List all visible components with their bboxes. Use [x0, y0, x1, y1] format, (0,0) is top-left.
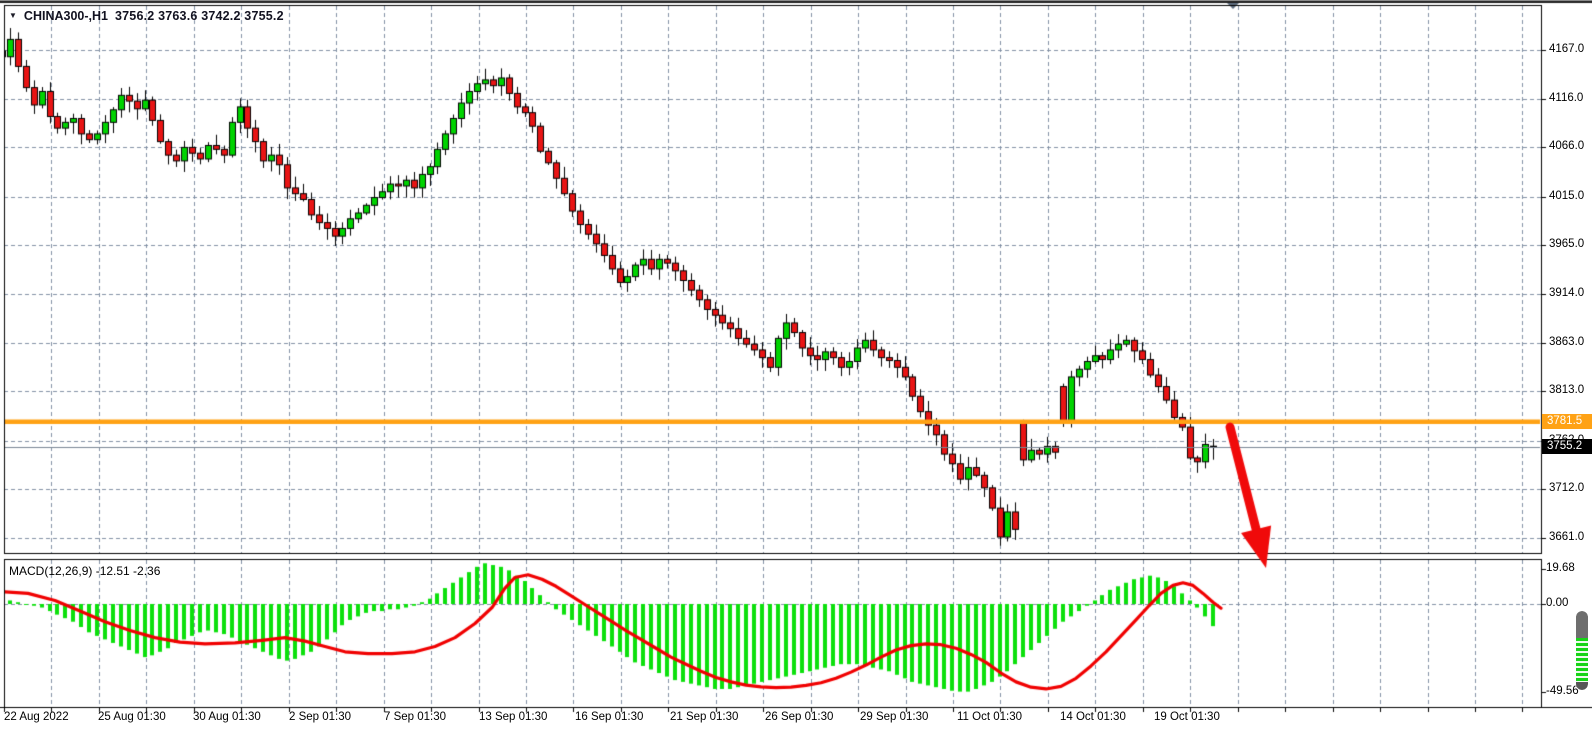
time-axis-label: 13 Sep 01:30 [479, 711, 547, 723]
macd-axis-label: -49.56 [1546, 685, 1579, 697]
time-axis-label: 7 Sep 01:30 [384, 711, 446, 723]
time-axis-label: 2 Sep 01:30 [289, 711, 351, 723]
price-axis-label: 4015.0 [1549, 190, 1584, 202]
time-axis-label: 11 Oct 01:30 [957, 711, 1022, 723]
price-axis-label: 3863.0 [1549, 336, 1584, 348]
symbol-timeframe-label: CHINA300-,H1 [24, 9, 108, 23]
time-axis-label: 22 Aug 2022 [4, 711, 69, 723]
price-axis-label: 4066.0 [1549, 140, 1584, 152]
orange-level-price-tag: 3781.5 [1542, 414, 1592, 429]
time-axis-label: 29 Sep 01:30 [860, 711, 928, 723]
price-axis-label: 4116.0 [1549, 92, 1583, 104]
time-axis-label: 14 Oct 01:30 [1060, 711, 1126, 723]
macd-indicator-label: MACD(12,26,9) -12.51 -2.36 [9, 564, 160, 578]
current-price-tag: 3755.2 [1542, 439, 1592, 454]
scroll-indicator[interactable] [1576, 611, 1588, 690]
trading-chart-window: { "window": { "symbol_text": "CHINA300-,… [0, 0, 1592, 730]
scroll-indicator-handle[interactable] [1576, 611, 1588, 638]
time-axis-label: 25 Aug 01:30 [98, 711, 166, 723]
time-axis-label: 16 Sep 01:30 [575, 711, 643, 723]
price-axis-label: 3712.0 [1549, 482, 1584, 494]
ohlc-values: 3756.2 3763.6 3742.2 3755.2 [115, 9, 284, 23]
chart-title: ▼ CHINA300-,H1 3756.2 3763.6 3742.2 3755… [9, 9, 284, 23]
time-axis-label: 26 Sep 01:30 [765, 711, 833, 723]
price-chart-canvas[interactable] [0, 0, 1592, 730]
price-axis-label: 4167.0 [1549, 43, 1584, 55]
time-axis-label: 19 Oct 01:30 [1154, 711, 1220, 723]
time-axis-label: 21 Sep 01:30 [670, 711, 738, 723]
price-axis-label: 3661.0 [1549, 531, 1584, 543]
time-axis-label: 30 Aug 01:30 [193, 711, 261, 723]
symbol-dropdown-icon[interactable]: ▼ [9, 11, 17, 20]
price-axis-label: 3914.0 [1549, 287, 1584, 299]
macd-axis-label: 0.00 [1546, 597, 1568, 609]
scroll-indicator-stripes [1576, 638, 1588, 682]
price-axis-label: 3813.0 [1549, 384, 1584, 396]
price-axis-label: 3965.0 [1549, 238, 1584, 250]
macd-axis-label: 19.68 [1546, 562, 1575, 574]
